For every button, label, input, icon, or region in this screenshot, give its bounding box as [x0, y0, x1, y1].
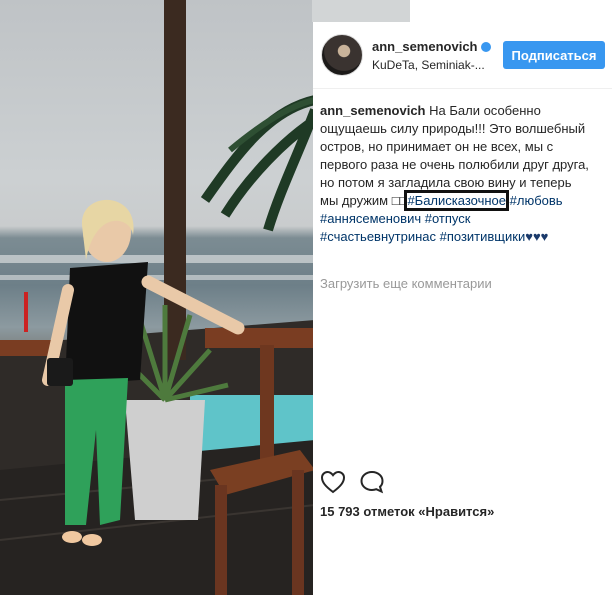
post-sidebar: ann_semenovich KuDeTa, Seminiak-... Подп…	[313, 22, 612, 595]
likes-count[interactable]: 15 793 отметок «Нравится»	[320, 504, 494, 519]
post-location[interactable]: KuDeTa, Seminiak-...	[372, 58, 485, 72]
post-header: ann_semenovich KuDeTa, Seminiak-... Подп…	[313, 22, 612, 89]
hashtag-link[interactable]: #счастьевнутринас	[320, 229, 436, 244]
avatar[interactable]	[321, 34, 363, 76]
verified-badge-icon	[480, 42, 491, 52]
hashtag-link[interactable]: #Балисказочное	[404, 190, 510, 211]
hashtag-link[interactable]: #отпуск	[425, 211, 471, 226]
photo-edge	[312, 0, 410, 22]
username-link[interactable]: ann_semenovich	[372, 39, 478, 54]
hashtag-link[interactable]: #позитивщики	[440, 229, 526, 244]
heart-outline-icon[interactable]	[319, 468, 347, 496]
photo-illustration	[0, 0, 315, 595]
hashtag-link[interactable]: #любовь	[510, 193, 563, 208]
heart-emoji-glyphs: ♥♥♥	[525, 229, 549, 244]
load-more-comments-link[interactable]: Загрузить еще комментарии	[320, 276, 492, 291]
follow-button[interactable]: Подписаться	[503, 41, 605, 69]
caption-emoji-glyphs: □□	[391, 193, 408, 208]
post-photo	[0, 0, 315, 595]
comment-bubble-icon[interactable]	[358, 468, 386, 496]
hashtag-link[interactable]: #аннясеменович	[320, 211, 421, 226]
caption-username[interactable]: ann_semenovich	[320, 103, 426, 118]
post-username[interactable]: ann_semenovich	[372, 39, 491, 54]
post-caption: ann_semenovich На Бали особенно ощущаешь…	[320, 102, 590, 246]
